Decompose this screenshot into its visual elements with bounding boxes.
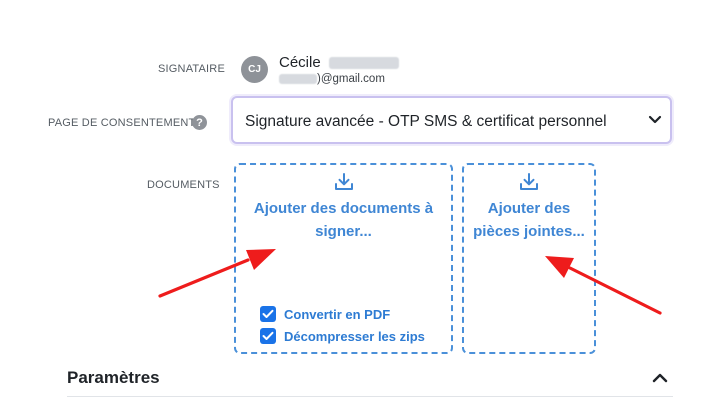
annotation-arrows (158, 249, 662, 315)
annotation-arrow-left (158, 249, 276, 298)
annotation-arrow-right (545, 256, 662, 315)
